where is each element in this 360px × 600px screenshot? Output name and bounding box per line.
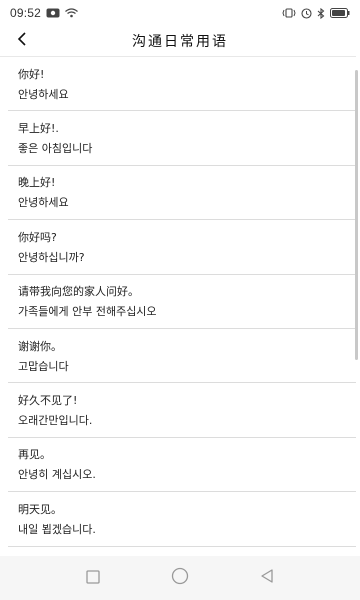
phrase-chinese: 你好吗?: [18, 230, 57, 244]
phrase-item[interactable]: 谢谢你。 고맙습니다: [8, 329, 356, 384]
phrase-item[interactable]: 明天见。 내일 뵙겠습니다.: [8, 492, 356, 547]
header: 沟通日常用语: [0, 26, 360, 56]
bluetooth-icon: [317, 7, 325, 19]
phrase-chinese: 明天见。: [18, 502, 62, 516]
phrase-item[interactable]: 好久不见了! 오래간만입니다.: [8, 383, 356, 438]
phrase-item[interactable]: 早上好!. 좋은 아침입니다: [8, 111, 356, 166]
phrase-chinese: 你好!: [18, 67, 45, 81]
phrase-chinese: 好久不见了!: [18, 394, 78, 408]
phrase-korean: 오래간만입니다.: [18, 414, 93, 428]
status-time: 09:52: [10, 6, 42, 20]
phrase-chinese: 再见。: [18, 448, 51, 462]
system-nav-bar: [0, 556, 360, 600]
scrollbar[interactable]: [355, 70, 358, 360]
phrase-chinese: 早上好!.: [18, 122, 59, 136]
phrase-item[interactable]: 请带我向您的家人问好。 가족들에게 안부 전해주십시오: [8, 275, 356, 329]
chevron-left-icon: [16, 31, 28, 51]
status-bar: 09:52: [0, 0, 360, 26]
phrase-korean: 안녕히 계십시오.: [18, 468, 96, 482]
phrase-list[interactable]: 你好! 안녕하세요 早上好!. 좋은 아침입니다 晚上好! 안녕하세요 你好吗?…: [0, 56, 356, 555]
phrase-korean: 가족들에게 안부 전해주십시오: [18, 305, 157, 319]
phrase-item[interactable]: 你好吗? 안녕하십니까?: [8, 220, 356, 275]
vibrate-icon: [282, 7, 296, 19]
phrase-chinese: 请带我向您的家人问好。: [18, 285, 139, 299]
notification-icon: [46, 7, 60, 19]
wifi-icon: [65, 7, 78, 19]
phrase-korean: 고맙습니다: [18, 359, 69, 373]
alarm-icon: [301, 7, 312, 19]
status-left: 09:52: [10, 6, 78, 20]
phrase-item[interactable]: 再见。 안녕히 계십시오.: [8, 438, 356, 493]
phrase-chinese: 晚上好!: [18, 176, 56, 190]
page-title: 沟通日常用语: [132, 34, 228, 50]
triangle-left-icon: [259, 568, 275, 588]
phrase-item[interactable]: 晚上好! 안녕하세요: [8, 166, 356, 221]
phrase-korean: 안녕하세요: [18, 196, 69, 210]
home-button[interactable]: [165, 563, 195, 593]
phrase-chinese: 谢谢你。: [18, 339, 62, 353]
circle-icon: [171, 567, 189, 589]
phrase-korean: 내일 뵙겠습니다.: [18, 522, 96, 536]
square-icon: [86, 569, 100, 588]
phrase-korean: 안녕하세요: [18, 87, 69, 101]
battery-icon: [330, 7, 350, 19]
phrase-korean: 안녕하십니까?: [18, 250, 85, 264]
status-right: [282, 7, 350, 19]
recents-button[interactable]: [78, 563, 108, 593]
phrase-korean: 좋은 아침입니다: [18, 142, 93, 156]
phrase-item[interactable]: 你好! 안녕하세요: [8, 57, 356, 112]
system-back-button[interactable]: [252, 563, 282, 593]
back-button[interactable]: [8, 28, 36, 54]
